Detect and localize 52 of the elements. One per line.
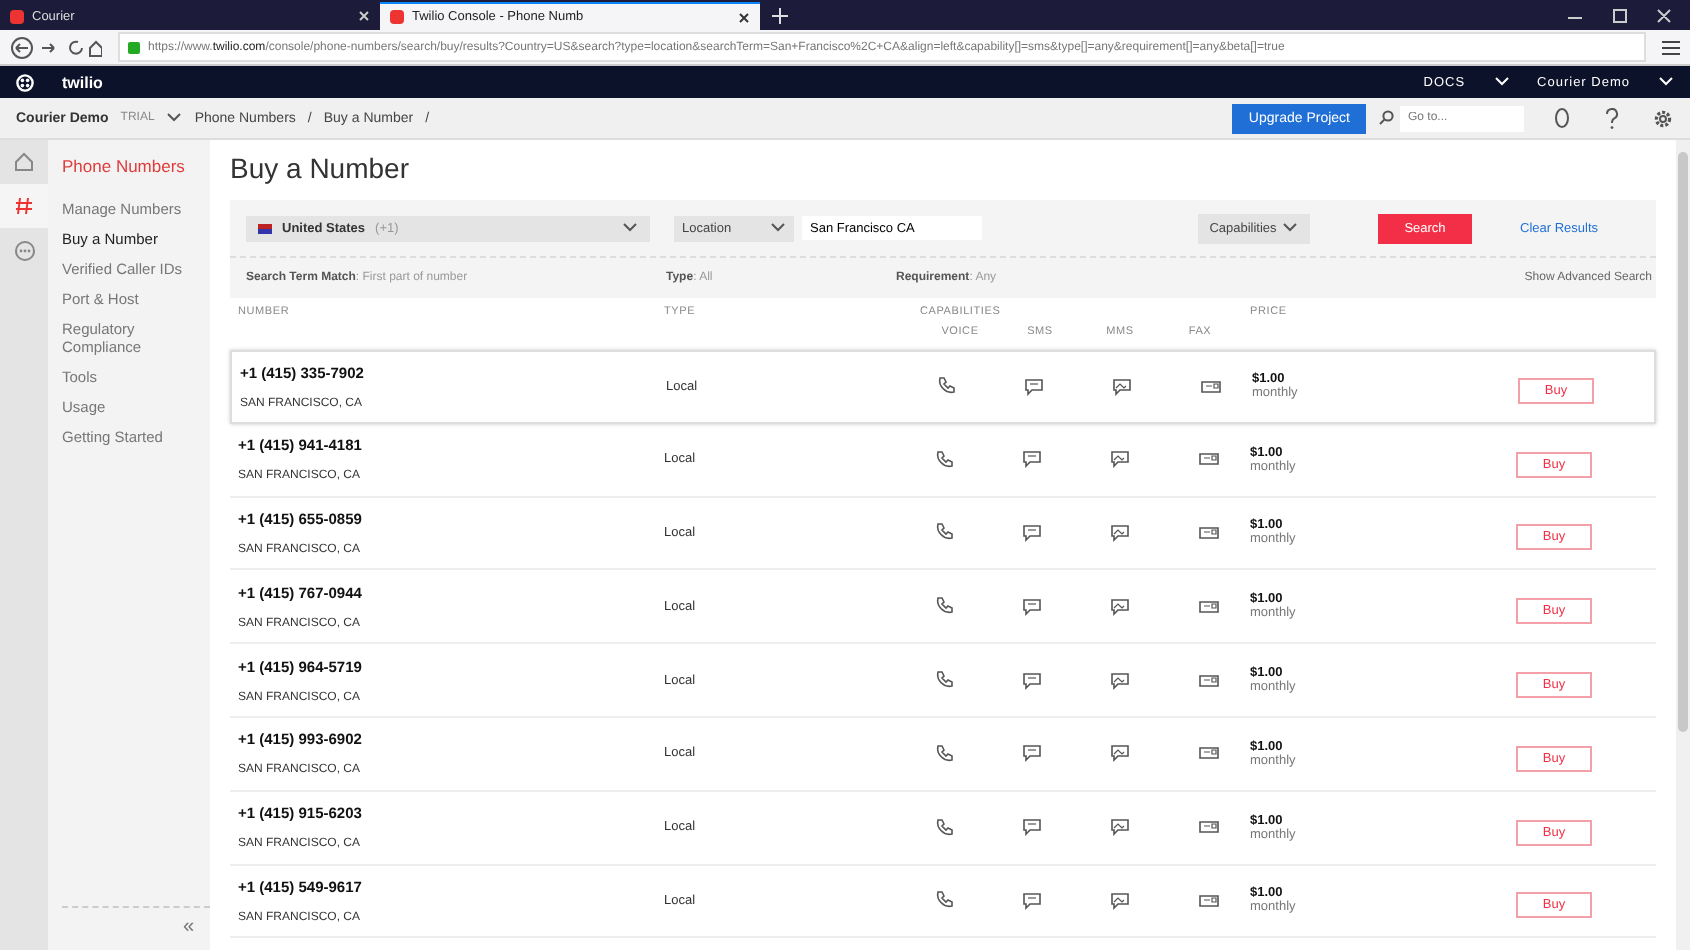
chat-bubble-icon <box>1024 377 1044 396</box>
phone-icon <box>934 890 954 911</box>
fax-icon <box>1197 818 1219 837</box>
fax-icon <box>1197 523 1219 542</box>
image-message-icon <box>1110 891 1130 910</box>
logo-icon[interactable] <box>16 73 34 91</box>
phone-icon <box>934 743 954 764</box>
fax-icon <box>1197 744 1219 763</box>
phone-icon <box>934 522 954 543</box>
chat-bubble-icon <box>1022 450 1042 469</box>
fax-icon <box>1197 597 1219 616</box>
fax-icon <box>1197 450 1219 469</box>
site-icon <box>10 9 24 23</box>
fax-icon <box>1197 671 1219 690</box>
chat-bubble-icon <box>1022 818 1042 837</box>
menu-icon[interactable] <box>1662 39 1680 55</box>
fax-icon <box>1199 377 1221 396</box>
chat-bubble-icon <box>1022 597 1042 616</box>
image-message-icon <box>1110 450 1130 469</box>
logo-text[interactable]: twilio <box>62 73 103 91</box>
help-icon[interactable] <box>1604 107 1620 129</box>
close-icon[interactable] <box>738 11 750 23</box>
image-message-icon <box>1112 377 1132 396</box>
image-message-icon <box>1110 818 1130 837</box>
image-message-icon <box>1110 671 1130 690</box>
phone-icon <box>936 376 956 397</box>
fax-icon <box>1197 891 1219 910</box>
phone-icon <box>934 670 954 691</box>
image-message-icon <box>1110 523 1130 542</box>
image-message-icon <box>1110 597 1130 616</box>
chevron-icon <box>770 222 786 234</box>
flag-icon <box>258 223 272 233</box>
chat-bubble-icon <box>1022 523 1042 542</box>
chevron-icon[interactable] <box>166 112 183 124</box>
nav-icon[interactable] <box>0 184 48 228</box>
site-icon <box>390 10 404 24</box>
navigation-icon[interactable] <box>10 35 102 59</box>
chat-bubble-icon <box>1022 671 1042 690</box>
settings-icon[interactable] <box>1652 107 1674 129</box>
collapse-icon[interactable]: « <box>182 916 194 938</box>
phone-icon <box>934 817 954 838</box>
chat-bubble-icon <box>1022 891 1042 910</box>
sidebar-title[interactable]: Phone Numbers <box>62 156 210 176</box>
image-message-icon <box>1110 744 1130 763</box>
chevron-icon <box>1282 222 1299 234</box>
search-icon <box>1378 110 1394 126</box>
chevron-icon <box>622 222 638 234</box>
page-title: Buy a Number <box>230 152 411 184</box>
phone-icon <box>934 449 954 470</box>
scrollbar-thumb[interactable] <box>1678 152 1688 732</box>
phone-icon <box>934 596 954 617</box>
chat-bubble-icon <box>1022 744 1042 763</box>
